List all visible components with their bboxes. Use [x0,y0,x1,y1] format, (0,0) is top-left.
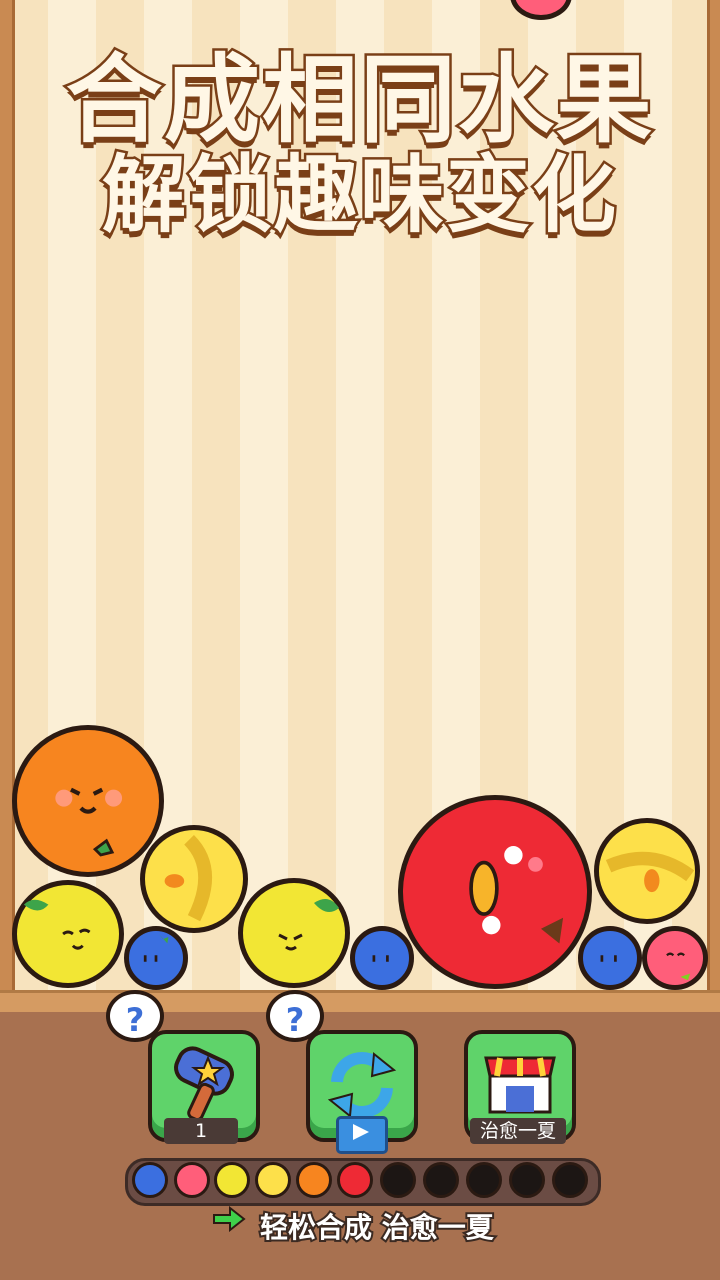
progress-lemon [214,1162,250,1198]
progress-orange [296,1162,332,1198]
tagline-text: 轻松合成 治愈一夏 [258,1209,496,1246]
lemon-fruit-center [238,878,350,988]
peach-fruit [642,926,708,990]
shop-awning-icon [484,1056,556,1114]
progress-locked-2 [423,1162,459,1198]
progress-locked-1 [380,1162,416,1198]
headline-line2: 解锁趣味变化 [99,144,618,247]
banana-fruit-left [140,825,248,933]
hammer-star-icon [174,1046,234,1122]
game-stage[interactable]: 合成相同水果 解锁趣味变化 ? ? 1 治愈一夏 轻松合成 治愈一夏 [0,0,720,1280]
falling-peach-fruit [510,0,572,20]
apple-fruit [398,795,592,989]
blueberry-fruit-left [124,926,188,990]
progress-apple [337,1162,373,1198]
progress-banana [255,1162,291,1198]
progress-locked-4 [509,1162,545,1198]
lemon-fruit-left [12,880,124,988]
progress-blueberry [132,1162,168,1198]
video-ad-icon [336,1116,388,1154]
green-arrow-icon [213,1206,246,1232]
progress-strawberry [174,1162,210,1198]
blueberry-fruit-right [578,926,642,990]
progress-locked-5 [552,1162,588,1198]
hammer-count-badge: 1 [164,1118,238,1144]
refresh-arrows-icon [327,1052,397,1118]
orange-fruit [12,725,164,877]
shop-label-badge: 治愈一夏 [470,1118,566,1144]
banana-fruit-right [594,818,700,924]
progress-locked-3 [466,1162,502,1198]
